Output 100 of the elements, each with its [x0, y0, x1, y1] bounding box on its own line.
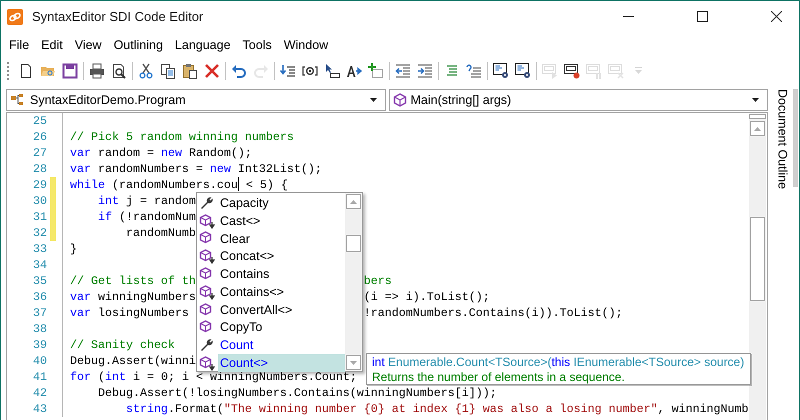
code-line: int j = random: [96, 194, 196, 208]
undo-icon: [231, 63, 247, 79]
scissors-icon: [138, 63, 154, 79]
line-number: 41: [32, 370, 47, 384]
cube-arrow-icon: [199, 212, 215, 229]
document-gear-icon: [493, 63, 509, 79]
menu-item[interactable]: View: [68, 35, 108, 55]
vertical-scrollbar[interactable]: [749, 113, 766, 420]
completion-item[interactable]: Contains<>: [218, 282, 345, 301]
menu-item[interactable]: Language: [168, 35, 237, 55]
code-line: Debug.Assert(!losingNumbers.Contains(winningNumbers[i]));: [96, 386, 497, 400]
code-line: // Sanity check: [70, 338, 175, 352]
line-number: 32: [32, 226, 47, 240]
scroll-thumb[interactable]: [750, 217, 765, 301]
dropdown-arrow-icon: [370, 98, 376, 102]
code-line: // Pick 5 random winning numbers: [70, 130, 294, 144]
monitor-cross-icon: [608, 63, 624, 79]
dropdown-arrow-icon: [752, 98, 759, 102]
completion-item[interactable]: Cast<>: [218, 212, 345, 230]
cube-arrow-icon: [199, 248, 215, 264]
line-number: 42: [32, 386, 47, 400]
menu-item[interactable]: File: [3, 35, 36, 55]
plus-box-icon: [368, 63, 384, 79]
lines-curl-icon: [466, 63, 482, 79]
completion-item[interactable]: CopyTo: [218, 318, 345, 336]
line-number: 36: [32, 290, 47, 304]
completion-item[interactable]: Contains: [218, 265, 345, 284]
completion-item[interactable]: ConvertAll<>: [218, 300, 345, 319]
code-line: for (int i = 0; i < winningNumbers.Count;: [70, 370, 357, 384]
page-magnifier-icon: [111, 63, 127, 79]
scroll-thumb[interactable]: [346, 235, 361, 252]
redo-icon: [253, 63, 269, 79]
close-icon: [770, 11, 782, 22]
code-line: var random = new Random();: [70, 146, 252, 160]
code-line: Debug.Assert(winni: [70, 354, 196, 368]
completion-item[interactable]: Clear: [218, 230, 345, 248]
pointer-box-icon: [324, 63, 340, 79]
list-arrow-icon: [280, 63, 296, 79]
split-handle[interactable]: [749, 114, 766, 119]
clipboard-icon: [182, 63, 198, 79]
menu-item[interactable]: Tools: [236, 35, 278, 55]
code-line: var losingNumbers: [70, 306, 189, 320]
new-file-icon: [18, 63, 34, 79]
class-icon: [10, 93, 26, 107]
document-outline-tab[interactable]: Document Outline: [772, 89, 798, 187]
line-number: 30: [32, 194, 47, 208]
type-dropdown[interactable]: SyntaxEditorDemo.Program: [6, 89, 386, 111]
line-number: 27: [32, 146, 47, 160]
code-line: // Get lists of th: [70, 274, 196, 288]
line-number: 39: [32, 338, 47, 352]
cube-arrow-icon: [199, 355, 215, 372]
method-cube-icon: [392, 93, 406, 107]
overflow-icon: [634, 67, 642, 75]
line-number: 25: [32, 114, 47, 128]
document-gear-icon: [515, 63, 531, 79]
line-number: 35: [32, 274, 47, 288]
completion-item[interactable]: Capacity: [218, 194, 345, 212]
menu-item[interactable]: Edit: [35, 35, 69, 55]
line-number: 26: [32, 130, 47, 144]
monitor-play-icon: [542, 63, 558, 79]
completion-item[interactable]: Count: [218, 336, 345, 354]
menu-item[interactable]: Outlining: [108, 35, 169, 55]
completion-item[interactable]: Concat<>: [218, 247, 345, 266]
cube-arrow-icon: [199, 284, 215, 300]
letter-arrow-icon: [346, 63, 362, 79]
code-line: var winningNumbers: [70, 290, 196, 304]
monitor-record-icon: [564, 63, 580, 79]
code-line: randomNumb: [124, 226, 196, 240]
line-number: 37: [32, 306, 47, 320]
wrench-icon: [199, 194, 215, 211]
line-number: 29: [32, 178, 47, 192]
code-line: while (randomNumbers.cou < 5) {: [70, 178, 288, 192]
signature-text: int Enumerable.Count<TSource>(this IEnumerable<TSource> source): [372, 355, 745, 370]
description-text: Returns the number of elements in a sequence.: [372, 370, 626, 385]
line-number: 31: [32, 210, 47, 224]
code-line: var randomNumbers = new Int32List();: [70, 162, 322, 176]
indent-icon: [417, 63, 433, 79]
window-title: SyntaxEditor SDI Code Editor: [32, 9, 204, 24]
line-number: 28: [32, 162, 47, 176]
maximize-icon: [696, 11, 708, 22]
line-number: 38: [32, 322, 47, 336]
code-line: if (!randomNum: [96, 210, 196, 224]
menu-item[interactable]: Window: [278, 35, 334, 55]
copy-icon: [160, 63, 176, 79]
minimize-icon: [622, 16, 634, 17]
wrench-icon: [199, 337, 215, 354]
completion-item[interactable]: Count<>: [218, 354, 345, 372]
toolbar-grip[interactable]: [7, 62, 10, 80]
code-line: bers: [364, 273, 392, 289]
line-number: 40: [32, 354, 47, 368]
line-number: 43: [32, 402, 47, 416]
member-dropdown[interactable]: Main(string[] args): [388, 89, 768, 111]
delete-icon: [204, 63, 220, 79]
up-arrow-icon: [754, 126, 761, 130]
app-logo-icon: [7, 8, 23, 24]
down-arrow-icon: [350, 360, 357, 364]
code-line: (i => i).ToList();: [364, 289, 490, 305]
monitor-pause-icon: [586, 63, 602, 79]
code-line: !randomNumbers.Contains(i)).ToList();: [364, 305, 623, 321]
line-number: 33: [32, 242, 47, 256]
